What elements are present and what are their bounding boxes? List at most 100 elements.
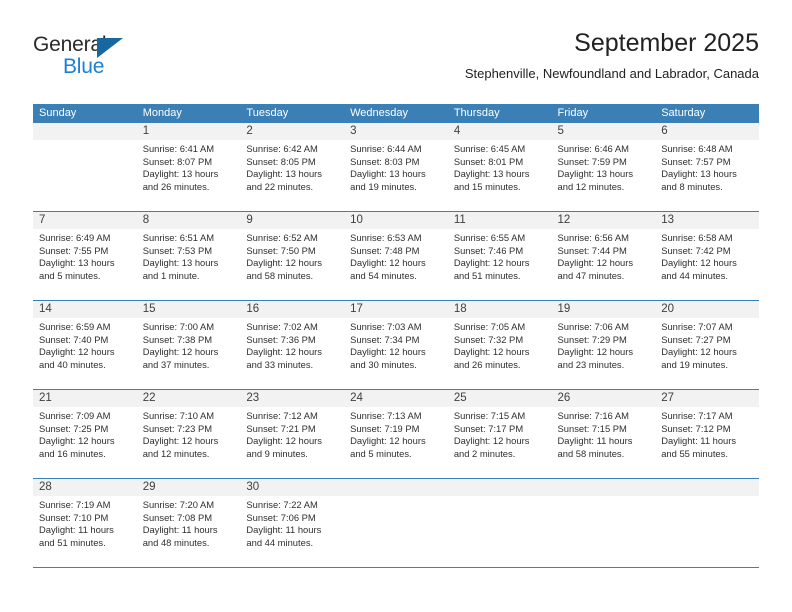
sunrise-text: Sunrise: 6:41 AM — [142, 143, 215, 154]
day-number[interactable]: 13 — [655, 212, 759, 229]
day-cell[interactable]: Sunrise: 6:48 AM Sunset: 7:57 PM Daylight:… — [655, 140, 759, 211]
day-number[interactable]: 11 — [448, 212, 552, 229]
day-number[interactable]: 19 — [552, 301, 656, 318]
day-number[interactable]: 20 — [655, 301, 759, 318]
day-number[interactable]: 23 — [240, 390, 344, 407]
sunset-text: Sunset: 7:59 PM — [557, 155, 627, 167]
day-cell[interactable]: Sunrise: 6:46 AM Sunset: 7:59 PM Daylight:… — [552, 140, 656, 211]
sunset-text: Sunset: 7:10 PM — [39, 511, 109, 523]
daylight-text-line1: Daylight: 13 hours — [142, 168, 219, 180]
sunrise-text: Sunrise: 6:45 AM — [453, 143, 526, 154]
daylight-text-line1: Daylight: 13 hours — [246, 168, 322, 180]
day-cell[interactable]: Sunrise: 7:03 AM Sunset: 7:34 PM Daylight:… — [344, 318, 448, 389]
day-number[interactable]: 21 — [33, 390, 137, 407]
day-cell[interactable]: Sunrise: 7:15 AM Sunset: 7:17 PM Daylight:… — [448, 407, 552, 478]
day-number[interactable]: 22 — [137, 390, 241, 407]
day-number[interactable]: 4 — [448, 123, 552, 140]
day-cell — [344, 496, 448, 567]
day-number[interactable]: 29 — [137, 479, 241, 496]
day-cell[interactable]: Sunrise: 6:44 AM Sunset: 8:03 PM Daylight:… — [344, 140, 448, 211]
sunrise-text: Sunrise: 7:03 AM — [350, 321, 422, 332]
daylight-text-line2: and 58 minutes. — [246, 269, 314, 281]
day-cell[interactable]: Sunrise: 7:00 AM Sunset: 7:38 PM Daylight:… — [137, 318, 241, 389]
day-cell[interactable]: Sunrise: 7:10 AM Sunset: 7:23 PM Daylight:… — [137, 407, 241, 478]
day-cell[interactable]: Sunrise: 7:17 AM Sunset: 7:12 PM Daylight:… — [655, 407, 759, 478]
day-number[interactable]: 1 — [137, 123, 241, 140]
day-number[interactable]: 5 — [552, 123, 656, 140]
daylight-text-line2: and 48 minutes. — [142, 536, 210, 548]
sunrise-text: Sunrise: 6:46 AM — [557, 143, 629, 154]
day-cell[interactable]: Sunrise: 7:12 AM Sunset: 7:21 PM Daylight:… — [240, 407, 344, 478]
day-number[interactable]: 10 — [344, 212, 448, 229]
day-number — [552, 479, 656, 496]
weekday-header-wednesday: Wednesday — [350, 107, 408, 119]
calendar-grid: Sunday Monday Tuesday Wednesday Thursday… — [33, 104, 759, 568]
week-day-number-band: 28 29 30 — [33, 479, 759, 496]
day-cell[interactable]: Sunrise: 6:42 AM Sunset: 8:05 PM Daylight:… — [240, 140, 344, 211]
day-number[interactable]: 6 — [655, 123, 759, 140]
day-number[interactable]: 3 — [344, 123, 448, 140]
day-cell[interactable]: Sunrise: 6:53 AM Sunset: 7:48 PM Daylight:… — [344, 229, 448, 300]
day-number[interactable]: 8 — [137, 212, 241, 229]
day-cell[interactable]: Sunrise: 7:05 AM Sunset: 7:32 PM Daylight:… — [448, 318, 552, 389]
day-cell[interactable]: Sunrise: 7:09 AM Sunset: 7:25 PM Daylight:… — [33, 407, 137, 478]
sunrise-text: Sunrise: 7:19 AM — [39, 499, 111, 510]
daylight-text-line1: Daylight: 11 hours — [557, 435, 633, 447]
daylight-text-line1: Daylight: 12 hours — [350, 346, 426, 358]
sunset-text: Sunset: 7:15 PM — [557, 422, 627, 434]
day-cell[interactable]: Sunrise: 6:51 AM Sunset: 7:53 PM Daylight:… — [137, 229, 241, 300]
day-number[interactable]: 25 — [448, 390, 552, 407]
daylight-text-line2: and 19 minutes. — [350, 180, 417, 192]
sunset-text: Sunset: 7:40 PM — [39, 333, 109, 345]
day-number[interactable]: 30 — [240, 479, 344, 496]
daylight-text-line1: Daylight: 12 hours — [142, 346, 219, 358]
day-cell[interactable]: Sunrise: 7:19 AM Sunset: 7:10 PM Daylight:… — [33, 496, 137, 567]
sunset-text: Sunset: 7:17 PM — [453, 422, 524, 434]
day-cell[interactable]: Sunrise: 7:02 AM Sunset: 7:36 PM Daylight:… — [240, 318, 344, 389]
sunset-text: Sunset: 7:44 PM — [557, 244, 627, 256]
day-number[interactable]: 15 — [137, 301, 241, 318]
daylight-text-line1: Daylight: 12 hours — [453, 346, 530, 358]
day-number[interactable]: 12 — [552, 212, 656, 229]
day-cell[interactable]: Sunrise: 7:07 AM Sunset: 7:27 PM Daylight:… — [655, 318, 759, 389]
day-number[interactable]: 27 — [655, 390, 759, 407]
day-cell[interactable]: Sunrise: 7:13 AM Sunset: 7:19 PM Daylight:… — [344, 407, 448, 478]
day-cell[interactable]: Sunrise: 7:16 AM Sunset: 7:15 PM Daylight:… — [552, 407, 656, 478]
day-cell — [448, 496, 552, 567]
daylight-text-line2: and 26 minutes. — [142, 180, 210, 192]
day-cell[interactable]: Sunrise: 7:22 AM Sunset: 7:06 PM Daylight:… — [240, 496, 344, 567]
day-number[interactable]: 17 — [344, 301, 448, 318]
sunrise-text: Sunrise: 6:44 AM — [350, 143, 422, 154]
sunset-text: Sunset: 7:19 PM — [350, 422, 420, 434]
day-number[interactable]: 18 — [448, 301, 552, 318]
day-number[interactable]: 2 — [240, 123, 344, 140]
daylight-text-line2: and 15 minutes. — [453, 180, 521, 192]
day-cell[interactable]: Sunrise: 6:59 AM Sunset: 7:40 PM Daylight:… — [33, 318, 137, 389]
daylight-text-line1: Daylight: 11 hours — [142, 524, 218, 536]
daylight-text-line1: Daylight: 11 hours — [246, 524, 322, 536]
day-number[interactable]: 7 — [33, 212, 137, 229]
day-number[interactable]: 28 — [33, 479, 137, 496]
day-cell[interactable]: Sunrise: 6:41 AM Sunset: 8:07 PM Daylight:… — [137, 140, 241, 211]
day-cell[interactable]: Sunrise: 6:58 AM Sunset: 7:42 PM Daylight:… — [655, 229, 759, 300]
day-cell[interactable]: Sunrise: 6:55 AM Sunset: 7:46 PM Daylight:… — [448, 229, 552, 300]
day-number[interactable]: 26 — [552, 390, 656, 407]
sunset-text: Sunset: 7:46 PM — [453, 244, 524, 256]
day-cell[interactable]: Sunrise: 6:49 AM Sunset: 7:55 PM Daylight:… — [33, 229, 137, 300]
sunrise-text: Sunrise: 6:48 AM — [661, 143, 733, 154]
day-number[interactable]: 16 — [240, 301, 344, 318]
sunset-text: Sunset: 7:06 PM — [246, 511, 316, 523]
sunset-text: Sunset: 7:50 PM — [246, 244, 316, 256]
day-cell[interactable]: Sunrise: 6:45 AM Sunset: 8:01 PM Daylight:… — [448, 140, 552, 211]
day-cell[interactable]: Sunrise: 6:52 AM Sunset: 7:50 PM Daylight:… — [240, 229, 344, 300]
sunset-text: Sunset: 7:32 PM — [453, 333, 524, 345]
day-cell[interactable]: Sunrise: 7:06 AM Sunset: 7:29 PM Daylight:… — [552, 318, 656, 389]
day-number[interactable]: 14 — [33, 301, 137, 318]
day-cell[interactable]: Sunrise: 7:20 AM Sunset: 7:08 PM Daylight:… — [137, 496, 241, 567]
day-number[interactable]: 24 — [344, 390, 448, 407]
daylight-text-line2: and 37 minutes. — [142, 358, 210, 370]
day-number[interactable]: 9 — [240, 212, 344, 229]
daylight-text-line1: Daylight: 12 hours — [557, 257, 634, 269]
day-cell[interactable]: Sunrise: 6:56 AM Sunset: 7:44 PM Daylight:… — [552, 229, 656, 300]
daylight-text-line1: Daylight: 13 hours — [350, 168, 426, 180]
